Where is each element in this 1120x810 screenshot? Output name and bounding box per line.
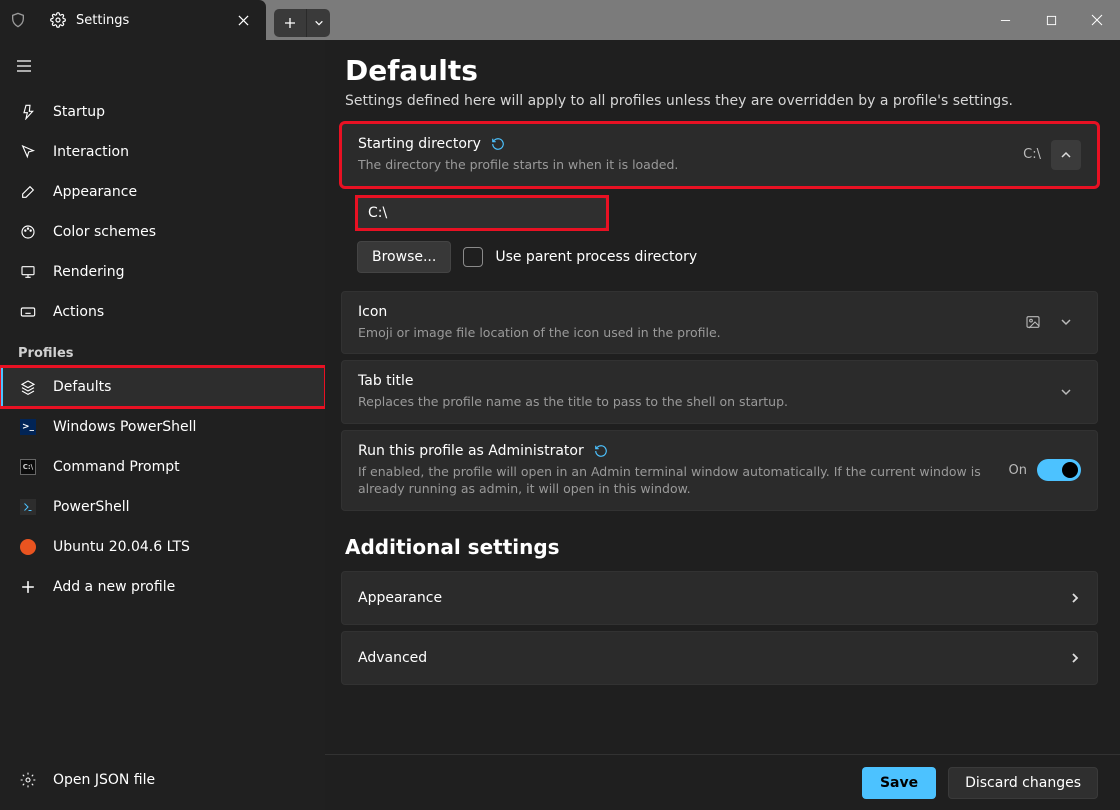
advanced-link[interactable]: Advanced — [341, 631, 1098, 685]
sidebar-item-command-prompt[interactable]: C:\ Command Prompt — [0, 447, 325, 487]
titlebar: Settings — [0, 0, 1120, 40]
additional-settings-heading: Additional settings — [345, 535, 1098, 559]
starting-directory-card[interactable]: Starting directory The directory the pro… — [341, 123, 1098, 187]
sidebar-item-windows-powershell[interactable]: >_ Windows PowerShell — [0, 407, 325, 447]
card-description: Replaces the profile name as the title t… — [358, 393, 1039, 411]
sidebar-item-label: Rendering — [53, 264, 125, 280]
sidebar-item-rendering[interactable]: Rendering — [0, 252, 325, 292]
card-title: Tab title — [358, 373, 414, 389]
cursor-icon — [19, 143, 37, 161]
icon-card[interactable]: Icon Emoji or image file location of the… — [341, 291, 1098, 355]
tab-settings[interactable]: Settings — [36, 0, 266, 40]
card-description: Emoji or image file location of the icon… — [358, 324, 1013, 342]
close-window-button[interactable] — [1074, 0, 1120, 40]
hamburger-button[interactable] — [0, 46, 48, 86]
starting-directory-summary: C:\ — [1023, 147, 1041, 162]
ubuntu-icon — [19, 538, 37, 556]
gear-icon — [50, 12, 66, 28]
sidebar: Startup Interaction Appearance Color sch… — [0, 40, 325, 810]
keyboard-icon — [19, 303, 37, 321]
sidebar-item-add-profile[interactable]: Add a new profile — [0, 567, 325, 607]
appearance-link[interactable]: Appearance — [341, 571, 1098, 625]
sidebar-item-interaction[interactable]: Interaction — [0, 132, 325, 172]
expand-button[interactable] — [1051, 307, 1081, 337]
profiles-header: Profiles — [0, 332, 325, 367]
maximize-button[interactable] — [1028, 0, 1074, 40]
card-description: The directory the profile starts in when… — [358, 156, 1011, 174]
power-icon — [19, 103, 37, 121]
layers-icon — [19, 378, 37, 396]
gear-icon — [19, 771, 37, 789]
use-parent-checkbox[interactable] — [463, 247, 483, 267]
close-tab-button[interactable] — [232, 9, 254, 31]
sidebar-item-powershell[interactable]: PowerShell — [0, 487, 325, 527]
collapse-button[interactable] — [1051, 140, 1081, 170]
link-label: Appearance — [358, 590, 442, 606]
tab-title: Settings — [76, 13, 222, 28]
sidebar-item-label: Color schemes — [53, 224, 156, 240]
run-as-admin-card: Run this profile as Administrator If ena… — [341, 430, 1098, 511]
sidebar-item-label: Appearance — [53, 184, 137, 200]
sidebar-item-label: Windows PowerShell — [53, 419, 196, 435]
card-title: Run this profile as Administrator — [358, 443, 584, 459]
image-icon — [1025, 314, 1041, 330]
discard-button[interactable]: Discard changes — [948, 767, 1098, 799]
starting-directory-expanded: Browse... Use parent process directory — [357, 197, 1098, 273]
tab-title-card[interactable]: Tab title Replaces the profile name as t… — [341, 360, 1098, 424]
expand-button[interactable] — [1051, 377, 1081, 407]
new-tab-button[interactable] — [274, 9, 306, 37]
sidebar-item-ubuntu[interactable]: Ubuntu 20.04.6 LTS — [0, 527, 325, 567]
sidebar-item-label: Actions — [53, 304, 104, 320]
use-parent-label: Use parent process directory — [495, 249, 697, 265]
sidebar-item-defaults[interactable]: Defaults — [0, 367, 325, 407]
footer-bar: Save Discard changes — [325, 754, 1120, 810]
page-subtitle: Settings defined here will apply to all … — [345, 93, 1098, 109]
plus-icon — [19, 578, 37, 596]
sidebar-item-label: Startup — [53, 104, 105, 120]
card-description: If enabled, the profile will open in an … — [358, 463, 997, 498]
monitor-icon — [19, 263, 37, 281]
browse-button[interactable]: Browse... — [357, 241, 451, 273]
card-title: Starting directory — [358, 136, 481, 152]
cmd-icon: C:\ — [19, 458, 37, 476]
powershell-icon: >_ — [19, 418, 37, 436]
sidebar-item-actions[interactable]: Actions — [0, 292, 325, 332]
sidebar-item-startup[interactable]: Startup — [0, 92, 325, 132]
pwsh-icon — [19, 498, 37, 516]
new-tab-dropdown[interactable] — [306, 9, 330, 37]
card-title: Icon — [358, 304, 387, 320]
brush-icon — [19, 183, 37, 201]
sidebar-item-label: Command Prompt — [53, 459, 180, 475]
sidebar-item-label: Add a new profile — [53, 579, 175, 595]
toggle-state-label: On — [1009, 463, 1027, 478]
main-content: Defaults Settings defined here will appl… — [325, 40, 1120, 810]
sidebar-item-label: Open JSON file — [53, 772, 155, 788]
shield-icon — [0, 0, 36, 40]
new-tab-group — [274, 0, 330, 40]
sidebar-item-label: Defaults — [53, 379, 111, 395]
sidebar-item-appearance[interactable]: Appearance — [0, 172, 325, 212]
page-title: Defaults — [345, 54, 1098, 87]
sidebar-item-color-schemes[interactable]: Color schemes — [0, 212, 325, 252]
sidebar-item-label: Ubuntu 20.04.6 LTS — [53, 539, 190, 555]
chevron-right-icon — [1069, 592, 1081, 604]
sidebar-item-label: PowerShell — [53, 499, 129, 515]
chevron-right-icon — [1069, 652, 1081, 664]
minimize-button[interactable] — [982, 0, 1028, 40]
run-as-admin-toggle[interactable] — [1037, 459, 1081, 481]
save-button[interactable]: Save — [862, 767, 936, 799]
open-json-file[interactable]: Open JSON file — [0, 760, 325, 800]
reset-icon[interactable] — [594, 444, 608, 458]
palette-icon — [19, 223, 37, 241]
reset-icon[interactable] — [491, 137, 505, 151]
link-label: Advanced — [358, 650, 427, 666]
starting-directory-input[interactable] — [357, 197, 607, 229]
sidebar-item-label: Interaction — [53, 144, 129, 160]
